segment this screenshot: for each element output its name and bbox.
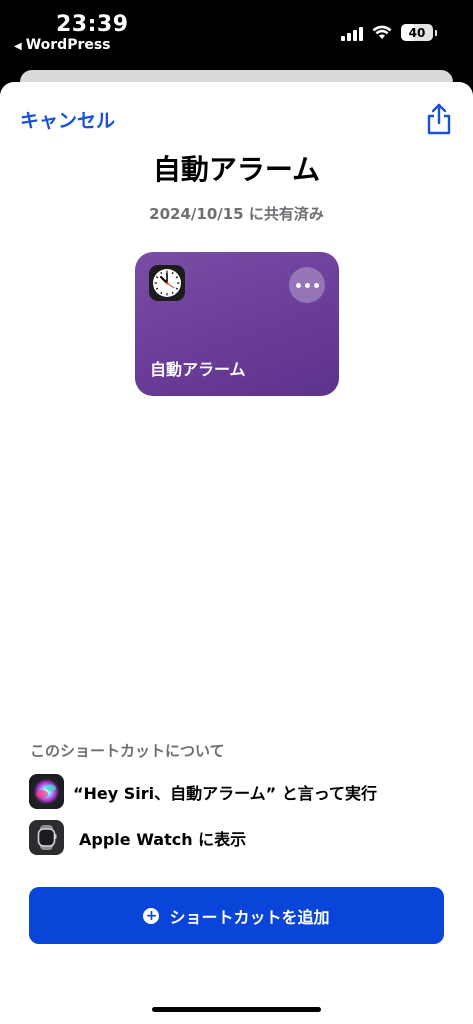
battery-tip	[435, 29, 437, 36]
add-shortcut-button[interactable]: + ショートカットを追加	[29, 887, 444, 944]
status-bar: 23:39 ◀ WordPress 40	[0, 0, 473, 62]
battery-level: 40	[408, 25, 426, 40]
back-to-app-button[interactable]: ◀ WordPress	[14, 37, 111, 53]
apple-watch-label: Apple Watch に表示	[79, 829, 247, 849]
add-shortcut-label: ショートカットを追加	[169, 907, 330, 927]
about-heading: このショートカットについて	[30, 742, 225, 760]
battery-icon: 40	[401, 24, 433, 41]
siri-row: “Hey Siri、自動アラーム” と言って実行	[29, 774, 377, 809]
siri-phrase: “Hey Siri、自動アラーム” と言って実行	[73, 783, 377, 803]
share-button[interactable]	[425, 102, 453, 136]
status-icons: 40	[341, 24, 437, 41]
cancel-button[interactable]: キャンセル	[20, 106, 115, 133]
more-options-button[interactable]	[289, 267, 325, 303]
home-indicator[interactable]	[152, 1007, 321, 1012]
apple-watch-icon	[29, 820, 64, 855]
shortcut-card[interactable]: 自動アラーム	[135, 252, 339, 396]
plus-circle-icon: +	[143, 907, 160, 924]
share-icon	[427, 103, 451, 135]
cellular-signal-icon	[341, 25, 363, 41]
ellipsis-dot	[304, 282, 310, 288]
ellipsis-dot	[295, 282, 301, 288]
back-triangle-icon: ◀	[14, 41, 22, 52]
shortcut-sheet: キャンセル 自動アラーム 2024/10/15 に共有済み 自動アラーム このシ…	[0, 82, 473, 1024]
card-title: 自動アラーム	[150, 360, 246, 379]
shared-date: 2024/10/15 に共有済み	[149, 205, 324, 223]
status-time: 23:39	[56, 12, 129, 37]
back-app-label: WordPress	[25, 37, 111, 53]
ellipsis-dot	[313, 282, 319, 288]
siri-icon	[29, 774, 64, 809]
shortcut-title: 自動アラーム	[152, 153, 321, 186]
apple-watch-row: Apple Watch に表示	[29, 820, 246, 855]
clock-icon	[149, 265, 185, 301]
wifi-icon	[372, 25, 392, 39]
